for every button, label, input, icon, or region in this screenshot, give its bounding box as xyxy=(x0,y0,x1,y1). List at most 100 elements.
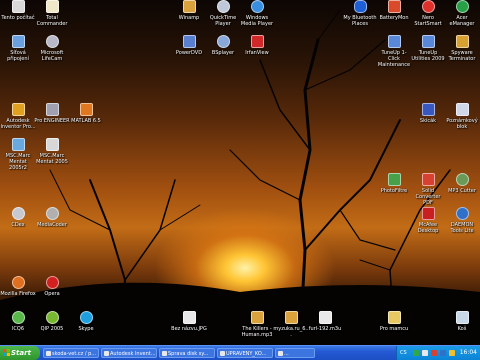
desktop-icon-paint[interactable]: Skicák xyxy=(410,103,446,124)
computer-icon xyxy=(11,0,25,13)
recycle-bin-icon xyxy=(455,311,469,324)
desktop-icon-microsoft-lifecam[interactable]: Microsoft LifeCam xyxy=(34,35,70,62)
desktop-icon-photofiltre[interactable]: PhotoFiltre xyxy=(376,173,412,194)
desktop-icon-powerdvd[interactable]: PowerDVD xyxy=(171,35,207,56)
desktop-icon-mcafee[interactable]: McAfee Desktop xyxy=(410,207,446,234)
desktop-icon-bez-nazvu-jpg[interactable]: Bez názvu.JPG xyxy=(171,311,207,332)
taskbar-task-document[interactable]: UPRAVENY_KO... xyxy=(217,348,273,358)
emanager-icon xyxy=(455,0,469,13)
desktop-icon-solid-converter-pdf[interactable]: Solid Converter PDF xyxy=(410,173,446,206)
taskbar-task-disk-manager[interactable]: Sprava disk sy... xyxy=(159,348,215,358)
desktop-icon-quicktime-player[interactable]: QuickTime Player xyxy=(205,0,241,27)
desktop-icon-daemon-tools[interactable]: DAEMON Tools Lite xyxy=(444,207,480,234)
icq-icon xyxy=(11,311,25,324)
paint-icon xyxy=(421,103,435,116)
taskbar-task-browser[interactable]: skoda-vet.cz / p... xyxy=(43,348,99,358)
taskbar: Start skoda-vet.cz / p... Autodesk Inven… xyxy=(0,345,480,360)
desktop-icon-the-killers-human[interactable]: The Killers - Human.mp3 xyxy=(239,311,275,338)
tray-network-icon[interactable] xyxy=(413,350,419,356)
desktop-icon-opera[interactable]: Opera xyxy=(34,276,70,297)
task-label: Autodesk Invent... xyxy=(110,351,156,357)
desktop-icon-irfanview[interactable]: IrfanView xyxy=(239,35,275,56)
desktop-icon-pro-mamcu-folder[interactable]: Pro mamcu xyxy=(376,311,412,332)
tray-antivirus-icon[interactable] xyxy=(431,350,437,356)
desktop-icon-furl-playlist[interactable]: furl-192.m3u xyxy=(307,311,343,332)
msc-marc-icon xyxy=(11,138,25,151)
desktop-icon-network-connections[interactable]: Síťová připojení xyxy=(0,35,36,62)
desktop-icon-tuneup-utilities[interactable]: TuneUp Utilities 2009 xyxy=(410,35,446,62)
task-label: ... xyxy=(284,351,289,357)
mp3-cutter-icon xyxy=(455,173,469,186)
desktop-icon-total-commander[interactable]: Total Commander xyxy=(34,0,70,27)
opera-icon xyxy=(45,276,59,289)
language-indicator[interactable]: CS xyxy=(400,346,407,360)
powerdvd-icon xyxy=(182,35,196,48)
desktop: Tento počítač Total Commander Winamp Qui… xyxy=(0,0,480,345)
photofiltre-icon xyxy=(387,173,401,186)
desktop-icon-nero-startsmart[interactable]: Nero StartSmart xyxy=(410,0,446,27)
desktop-icon-mp3-cutter[interactable]: MP3 Cutter xyxy=(444,173,480,194)
quicktime-icon xyxy=(216,0,230,13)
desktop-icon-my-computer[interactable]: Tento počítač xyxy=(0,0,36,21)
tray-bluetooth-icon[interactable] xyxy=(440,350,446,356)
start-button[interactable]: Start xyxy=(0,346,40,360)
desktop-icon-recycle-bin[interactable]: Koš xyxy=(444,311,480,332)
mcafee-icon xyxy=(421,207,435,220)
windows-flag-icon xyxy=(3,349,10,356)
battery-icon xyxy=(387,0,401,13)
desktop-icon-my-bluetooth-places[interactable]: My Bluetooth Places xyxy=(342,0,378,27)
nero-icon xyxy=(421,0,435,13)
mediacoder-icon xyxy=(45,207,59,220)
desktop-icon-bsplayer[interactable]: BSplayer xyxy=(205,35,241,56)
daemon-tools-icon xyxy=(455,207,469,220)
window-icon xyxy=(278,351,283,356)
desktop-icon-pro-engineer[interactable]: Pro ENGINEER xyxy=(34,103,70,124)
playlist-file-icon xyxy=(318,311,332,324)
desktop-icon-winamp[interactable]: Winamp xyxy=(171,0,207,21)
qip-icon xyxy=(45,311,59,324)
skype-icon xyxy=(79,311,93,324)
firefox-icon xyxy=(11,276,25,289)
mp3-file-icon xyxy=(284,311,298,324)
desktop-icon-autodesk-inventor[interactable]: Autodesk Inventor Pro... xyxy=(0,103,36,130)
tuneup-icon xyxy=(387,35,401,48)
task-label: UPRAVENY_KO... xyxy=(226,351,267,357)
image-file-icon xyxy=(182,311,196,324)
task-label: skoda-vet.cz / p... xyxy=(52,351,97,357)
desktop-icon-windows-media-player[interactable]: Windows Media Player xyxy=(239,0,275,27)
clock[interactable]: 16:04 xyxy=(460,346,477,360)
desktop-icon-spyware-terminator[interactable]: Spyware Terminator xyxy=(444,35,480,62)
disk-icon xyxy=(162,351,167,356)
desktop-icon-mozilla-firefox[interactable]: Mozilla Firefox xyxy=(0,276,36,297)
browser-icon xyxy=(46,351,51,356)
pdf-converter-icon xyxy=(421,173,435,186)
desktop-icon-cdex[interactable]: CDex xyxy=(0,207,36,228)
task-label: Sprava disk sy... xyxy=(168,351,209,357)
desktop-icon-skype[interactable]: Skype xyxy=(68,311,104,332)
desktop-icon-msc-marc-2005r2[interactable]: MSC.Marc Mentat 2005r2 xyxy=(0,138,36,171)
desktop-icon-mediacoder[interactable]: MediaCoder xyxy=(34,207,70,228)
cd-icon xyxy=(11,207,25,220)
desktop-icon-batterymon[interactable]: BatteryMon xyxy=(376,0,412,21)
desktop-icon-notepad[interactable]: Poznámkový blok xyxy=(444,103,480,130)
floppy-icon xyxy=(45,0,59,13)
desktop-icon-qip[interactable]: QIP 2005 xyxy=(34,311,70,332)
bsplayer-icon xyxy=(216,35,230,48)
taskbar-task-autodesk[interactable]: Autodesk Invent... xyxy=(101,348,157,358)
start-label: Start xyxy=(11,349,31,357)
shield-icon xyxy=(455,35,469,48)
tray-battery-icon[interactable] xyxy=(449,350,455,356)
matlab-icon xyxy=(79,103,93,116)
taskbar-task-other[interactable]: ... xyxy=(275,348,315,358)
desktop-icon-tuneup-1-click[interactable]: TuneUp 1-Click Maintenance xyxy=(376,35,412,68)
desktop-icon-acer-emanager[interactable]: Acer eManager xyxy=(444,0,480,27)
desktop-icon-myzuka-mp3[interactable]: myzuka.ru_6... xyxy=(273,311,309,338)
desktop-icon-icq[interactable]: ICQ6 xyxy=(0,311,36,332)
desktop-icon-matlab[interactable]: MATLAB 6.5 xyxy=(68,103,104,124)
mp3-file-icon xyxy=(250,311,264,324)
proengineer-icon xyxy=(45,103,59,116)
desktop-icon-msc-marc-2005[interactable]: MSC.Marc Mentat 2005 xyxy=(34,138,70,165)
irfanview-icon xyxy=(250,35,264,48)
tray-volume-icon[interactable] xyxy=(422,350,428,356)
document-icon xyxy=(220,351,225,356)
